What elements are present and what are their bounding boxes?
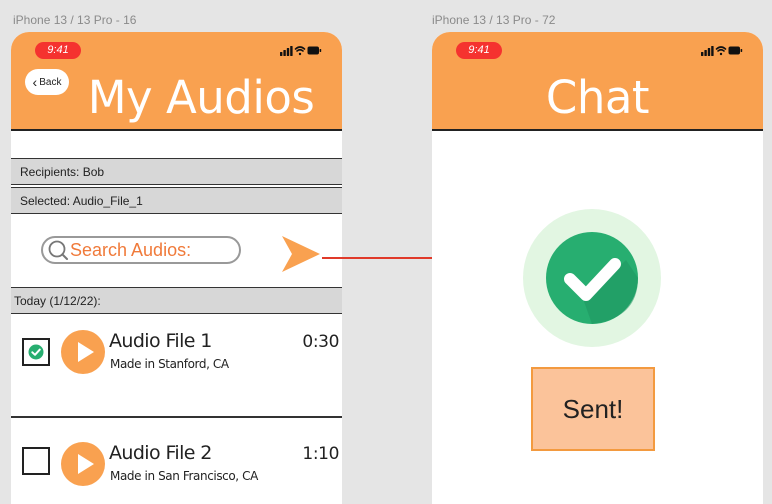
sent-status: Sent! [531, 367, 655, 451]
page-title: My Audios [87, 71, 315, 124]
selected-bar: Selected: Audio_File_1 [11, 187, 342, 214]
play-button[interactable] [61, 442, 105, 486]
status-icons [701, 45, 743, 56]
section-today: Today (1/12/22): [11, 287, 342, 314]
flow-arrow-icon [322, 250, 446, 266]
chevron-left-icon: ‹ [32, 74, 38, 90]
audio-location: Made in Stanford, CA [110, 357, 229, 371]
search-input[interactable]: Search Audios: [41, 236, 241, 264]
checkbox-audio-2[interactable] [22, 447, 50, 475]
list-item-audio-2[interactable]: Audio File 2 Made in San Francisco, CA 1… [11, 430, 342, 490]
search-placeholder: Search Audios: [70, 239, 192, 260]
frame-label-my-audios: iPhone 13 / 13 Pro - 16 [13, 13, 137, 27]
status-icons [280, 45, 322, 56]
audio-name: Audio File 1 [109, 330, 212, 352]
audio-location: Made in San Francisco, CA [110, 469, 258, 483]
list-item-audio-1[interactable]: Audio File 1 Made in Stanford, CA 0:30 [11, 318, 342, 378]
signal-icon [701, 46, 714, 56]
check-icon [28, 344, 44, 360]
checkbox-audio-1[interactable] [22, 338, 50, 366]
audio-duration: 0:30 [302, 332, 339, 352]
wifi-icon [715, 46, 727, 56]
back-label: Back [39, 76, 62, 88]
phone-my-audios: 9:41 ‹ Back My Audios Recipients: Bob Se… [11, 32, 342, 504]
back-button[interactable]: ‹ Back [25, 69, 69, 95]
frame-label-chat: iPhone 13 / 13 Pro - 72 [432, 13, 556, 27]
send-arrow-icon[interactable] [281, 234, 321, 274]
audio-name: Audio File 2 [109, 442, 212, 464]
status-time: 9:41 [456, 42, 502, 59]
signal-icon [280, 46, 293, 56]
wifi-icon [294, 46, 306, 56]
audio-duration: 1:10 [302, 444, 339, 464]
battery-icon [728, 46, 743, 55]
phone-chat: 9:41 Chat Sent! [432, 32, 763, 504]
play-button[interactable] [61, 330, 105, 374]
page-title: Chat [545, 71, 650, 124]
header: 9:41 ‹ Back My Audios [11, 32, 342, 131]
status-time: 9:41 [35, 42, 81, 59]
checkmark-circle-icon [546, 232, 638, 324]
success-badge [523, 209, 661, 347]
row-divider [11, 416, 342, 418]
battery-icon [307, 46, 322, 55]
search-icon [48, 240, 68, 260]
recipients-bar: Recipients: Bob [11, 158, 342, 185]
header: 9:41 Chat [432, 32, 763, 131]
